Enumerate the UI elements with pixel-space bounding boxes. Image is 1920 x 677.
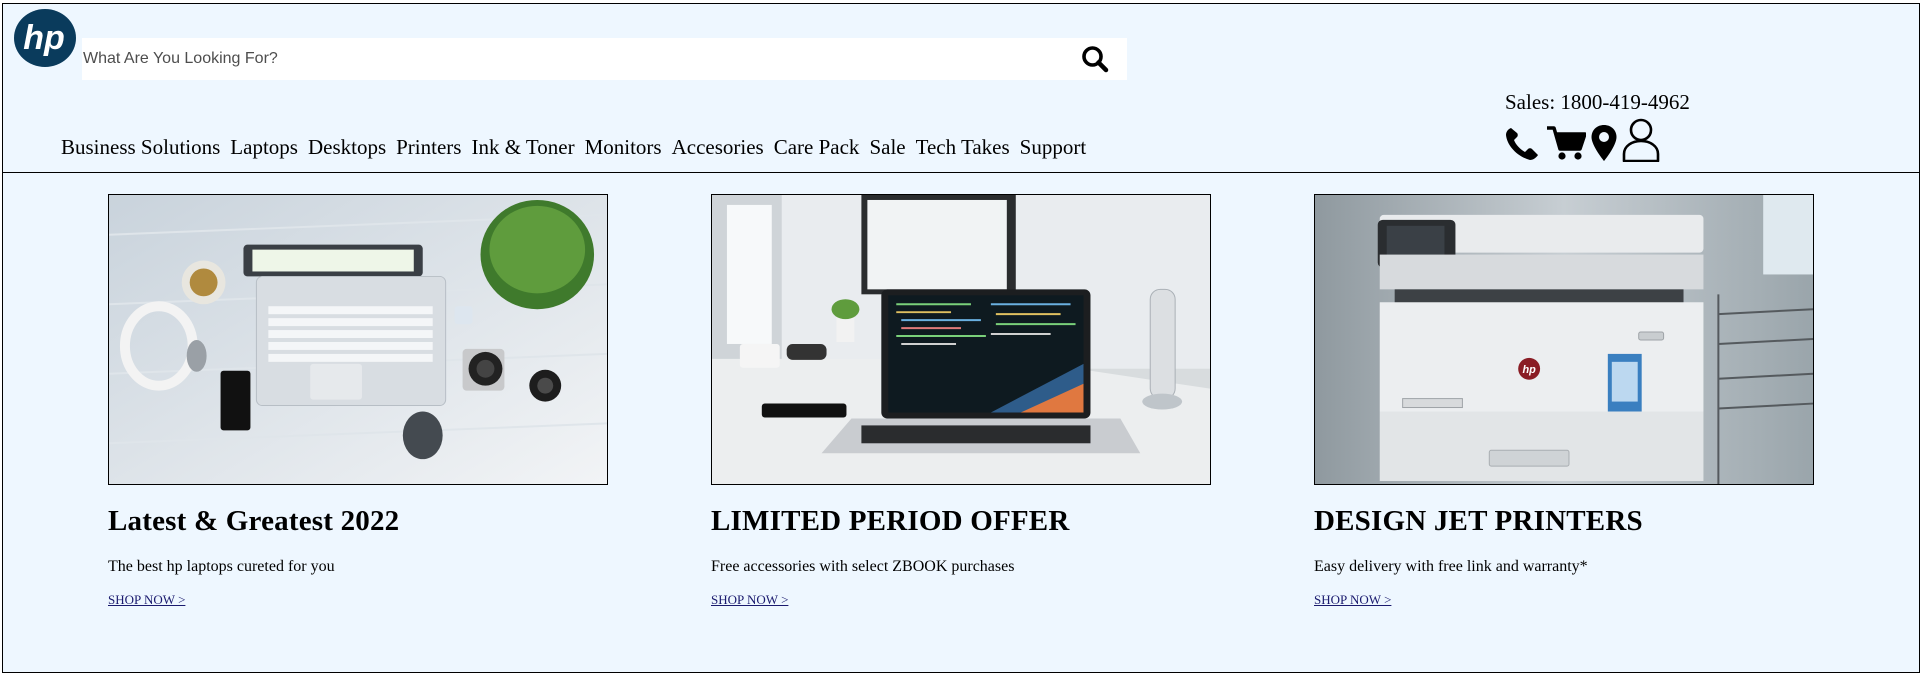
phone-icon[interactable] [1504,126,1540,162]
search-input[interactable] [82,38,1127,80]
promo-description: Free accessories with select ZBOOK purch… [711,558,1015,575]
page-frame: hp Sales: 1800-419-4962 [2,3,1920,673]
promo-card-printers: hp DESIGN JET PRINTERS Easy delivery wit… [1314,194,1814,609]
nav-item-care-pack[interactable]: Care Pack [774,135,860,160]
nav-item-accesories[interactable]: Accesories [672,135,764,160]
main-nav: Business Solutions Laptops Desktops Prin… [61,135,1096,160]
user-icon[interactable] [1622,118,1660,162]
promo-description: The best hp laptops cureted for you [108,558,335,575]
search-bar [82,38,1127,80]
promo-title: LIMITED PERIOD OFFER [711,505,1070,537]
shop-now-link[interactable]: SHOP NOW > [108,592,185,608]
nav-item-monitors[interactable]: Monitors [585,135,662,160]
site-header: hp Sales: 1800-419-4962 [3,4,1919,173]
location-pin-icon[interactable] [1590,124,1618,162]
hp-logo-text: hp [23,19,65,57]
sales-phone-number: Sales: 1800-419-4962 [1505,90,1690,114]
nav-item-business-solutions[interactable]: Business Solutions [61,135,220,160]
promo-image-printer[interactable]: hp [1314,194,1814,485]
svg-text:hp: hp [1522,364,1536,376]
nav-item-printers[interactable]: Printers [396,135,461,160]
promo-title: Latest & Greatest 2022 [108,505,400,537]
hp-logo[interactable]: hp [13,8,77,68]
nav-item-laptops[interactable]: Laptops [230,135,298,160]
promo-card-laptops: Latest & Greatest 2022 The best hp lapto… [108,194,608,609]
search-icon[interactable] [1081,45,1109,73]
nav-item-support[interactable]: Support [1020,135,1087,160]
nav-item-tech-takes[interactable]: Tech Takes [916,135,1010,160]
promo-title: DESIGN JET PRINTERS [1314,505,1643,537]
shop-now-link[interactable]: SHOP NOW > [1314,592,1391,608]
nav-item-sale[interactable]: Sale [869,135,905,160]
nav-item-ink-toner[interactable]: Ink & Toner [471,135,574,160]
promo-image-laptop-flatlay[interactable] [108,194,608,485]
promo-card-offer: LIMITED PERIOD OFFER Free accessories wi… [711,194,1211,609]
header-icon-group [1504,118,1660,162]
shop-now-link[interactable]: SHOP NOW > [711,592,788,608]
promo-description: Easy delivery with free link and warrant… [1314,558,1588,575]
nav-item-desktops[interactable]: Desktops [308,135,386,160]
cart-icon[interactable] [1546,124,1586,162]
promo-image-laptop-code[interactable] [711,194,1211,485]
